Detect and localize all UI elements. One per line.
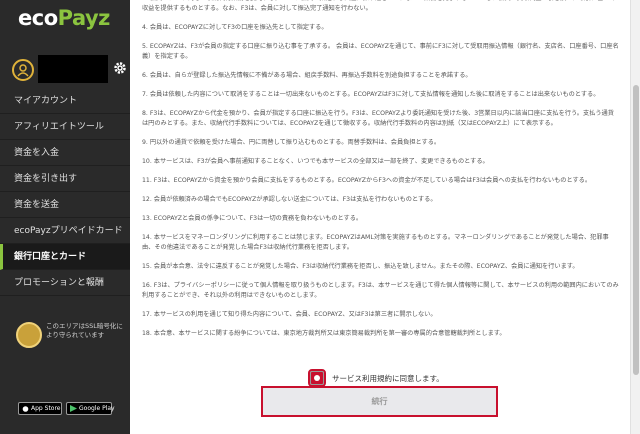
term-item: 9. 円以外の通貨で依頼を受けた場合、円に両替して振り込むものとする。両替手数料… bbox=[142, 139, 441, 146]
sidebar: ecoPayz マイアカウント アフィリエイトツール 資金を入金 資金を引き出す… bbox=[0, 0, 130, 434]
term-item: 15. 会員が本合意、法令に違反することが発覚した場合、F3は収納代行業務を拒否… bbox=[142, 263, 579, 270]
ssl-badge-icon bbox=[16, 322, 42, 348]
sidebar-item-bank-accounts-cards[interactable]: 銀行口座とカード bbox=[0, 244, 130, 270]
term-item: 5. ECOPAYZは、F3が会員の指定する口座に振り込む事を了承する。 会員は… bbox=[142, 43, 619, 60]
term-item: 13. ECOPAYZと会員の係争について、F3は一切の責務を負わないものとする… bbox=[142, 215, 363, 222]
ssl-text: このエリアはSSL暗号化により守られています bbox=[46, 322, 123, 339]
apple-icon bbox=[22, 406, 29, 412]
user-avatar-icon[interactable] bbox=[12, 59, 34, 81]
term-item: 4. 会員は、ECOPAYZに対してF3の口座を振込先として指定する。 bbox=[142, 24, 328, 31]
agree-label[interactable]: サービス利用規約に同意します。 bbox=[332, 373, 444, 384]
term-item: 8. F3は、ECOPAYZから代金を預かり、会員が指定する口座に振込を行う。F… bbox=[142, 110, 614, 127]
sidebar-item-transfer[interactable]: 資金を送金 bbox=[0, 192, 130, 218]
term-item: 18. 本合意、本サービスに関する紛争については、東京地方裁判所又は東京簡易裁判… bbox=[142, 330, 506, 337]
sidebar-item-deposit[interactable]: 資金を入金 bbox=[0, 140, 130, 166]
scrollbar[interactable] bbox=[630, 0, 640, 434]
scrollbar-thumb[interactable] bbox=[633, 85, 639, 375]
app-store-button[interactable]: App Store bbox=[18, 402, 62, 415]
sidebar-item-my-account[interactable]: マイアカウント bbox=[0, 88, 130, 114]
term-item: 10. 本サービスは、F3が会員へ事前通知することなく、いつでも本サービスの全部… bbox=[142, 158, 489, 165]
term-item: 11. F3は、ECOPAYZから資金を預かり会員に支払をするものとする。ECO… bbox=[142, 177, 592, 184]
sidebar-item-prepaid-card[interactable]: ecoPayzプリペイドカード bbox=[0, 218, 130, 244]
sidebar-nav: マイアカウント アフィリエイトツール 資金を入金 資金を引き出す 資金を送金 e… bbox=[0, 88, 130, 296]
term-item: 16. F3は、プライバシーポリシーに従って個人情報を取り扱うものとします。F3… bbox=[142, 282, 619, 299]
google-play-button[interactable]: Google Play bbox=[66, 402, 115, 415]
term-item: 7. 会員は依頼した内容について取消をすることは一切出来ないものとする。ECOP… bbox=[142, 91, 600, 98]
term-item: 3. 会員は、F3に対して収納代行業務を委託する。F3は、会員が指定する口座に振… bbox=[142, 0, 616, 12]
checkbox-check-icon bbox=[314, 375, 320, 381]
agree-checkbox[interactable] bbox=[308, 369, 326, 387]
logo-text-eco: eco bbox=[18, 6, 58, 30]
ssl-notice: このエリアはSSL暗号化により守られています bbox=[16, 320, 126, 350]
sidebar-item-withdraw[interactable]: 資金を引き出す bbox=[0, 166, 130, 192]
sidebar-item-promotions[interactable]: プロモーションと報酬 bbox=[0, 270, 130, 296]
sidebar-item-affiliate-tools[interactable]: アフィリエイトツール bbox=[0, 114, 130, 140]
user-name-redacted bbox=[38, 55, 108, 83]
continue-button[interactable]: 続行 bbox=[261, 386, 498, 417]
term-item: 6. 会員は、自らが登録した振込先情報に不備がある場合、組戻手数料、再振込手数料… bbox=[142, 72, 472, 79]
user-row bbox=[12, 55, 126, 85]
term-item: 12. 会員が依頼済みの場合でもECOPAYZが承認しない送金については、F3は… bbox=[142, 196, 437, 203]
ecopayz-logo[interactable]: ecoPayz bbox=[18, 6, 110, 30]
google-play-label: Google Play bbox=[79, 405, 115, 412]
google-play-icon bbox=[70, 405, 77, 412]
main-content: 3. 会員は、F3に対して収納代行業務を委託する。F3は、会員が指定する口座に振… bbox=[130, 0, 640, 434]
term-item: 17. 本サービスの利用を通じて知り得た内容について、会員、ECOPAYZ、又は… bbox=[142, 311, 437, 318]
gear-icon[interactable] bbox=[113, 60, 127, 74]
term-item: 14. 本サービスをマネーロンダリングに利用することは禁じます。ECOPAYZは… bbox=[142, 234, 609, 251]
terms-list: 3. 会員は、F3に対して収納代行業務を委託する。F3は、会員が指定する口座に振… bbox=[142, 0, 620, 348]
logo-text-payz: Payz bbox=[57, 6, 111, 30]
app-store-label: App Store bbox=[31, 405, 61, 412]
